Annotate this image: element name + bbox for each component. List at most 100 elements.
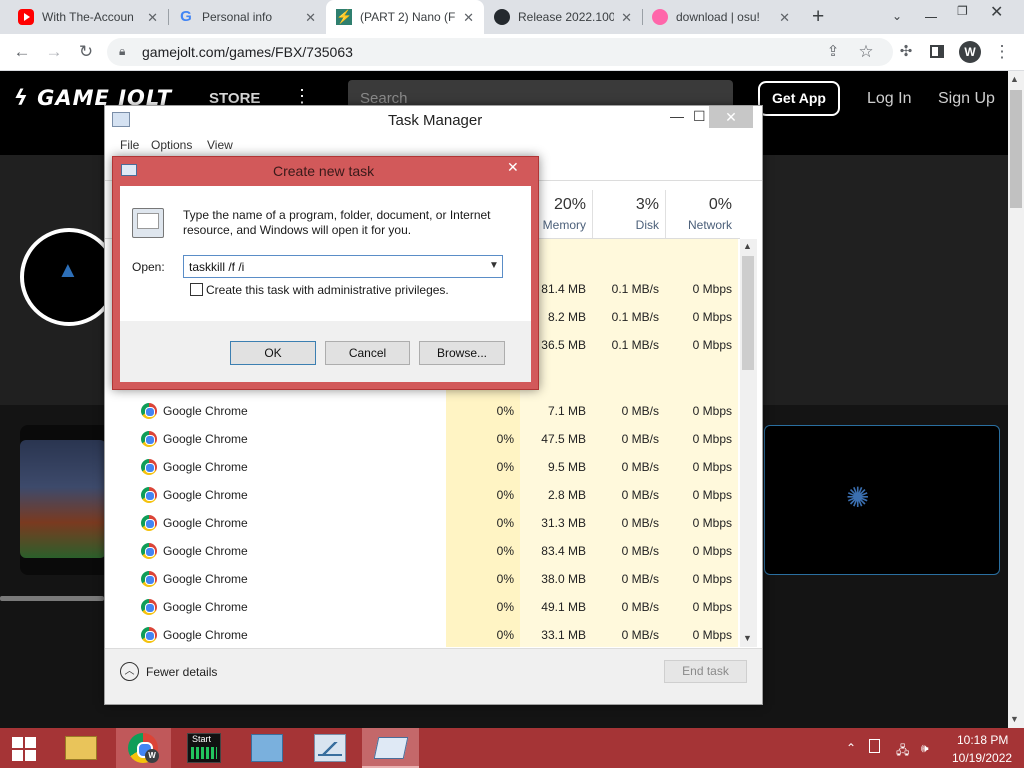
tab-search-chevron-icon[interactable]: ⌄ [892, 9, 902, 23]
chrome-icon [141, 459, 157, 475]
memory-cell: 33.1 MB [541, 628, 586, 642]
github-icon [494, 9, 510, 25]
chrome-icon [141, 515, 157, 531]
memory-cell: 9.5 MB [547, 460, 586, 474]
table-row[interactable]: Google Chrome 0% 49.1 MB 0 MB/s 0 Mbps [105, 593, 738, 621]
table-row[interactable]: Google Chrome 0% 38.0 MB 0 MB/s 0 Mbps [105, 565, 738, 593]
menu-dots-icon[interactable]: ⋮ [992, 42, 1012, 62]
tab-github[interactable]: Release 2022.100 ✕ [484, 0, 642, 34]
scroll-down-arrow-icon[interactable]: ▼ [743, 633, 752, 643]
disk-cell: 0 MB/s [621, 600, 659, 614]
scroll-down-arrow-icon[interactable]: ▼ [1010, 714, 1019, 724]
task-manager-graph-icon [318, 742, 342, 756]
task-manager-icon [112, 112, 130, 127]
menu-file[interactable]: File [120, 138, 139, 152]
lock-icon[interactable]: 🔒︎ [119, 44, 125, 59]
tab-personal-info[interactable]: G Personal info ✕ [168, 0, 326, 34]
close-icon[interactable]: ✕ [147, 10, 158, 26]
disk-percent[interactable]: 3% [612, 196, 659, 214]
disk-cell: 0 MB/s [621, 516, 659, 530]
login-link[interactable]: Log In [867, 90, 911, 108]
close-icon[interactable]: ✕ [305, 10, 316, 26]
fewer-details-link[interactable]: Fewer details [146, 665, 217, 679]
extensions-puzzle-icon[interactable]: ✣ [896, 42, 916, 62]
reload-icon[interactable]: ↻ [76, 42, 96, 62]
network-icon[interactable]: 🖧︎ [896, 741, 909, 762]
side-panel-icon[interactable] [930, 45, 944, 58]
bookmark-star-icon[interactable]: ☆ [856, 42, 876, 62]
clock-time[interactable]: 10:18 PM [957, 733, 1008, 747]
table-row[interactable]: Google Chrome 0% 2.8 MB 0 MB/s 0 Mbps [105, 481, 738, 509]
menu-options[interactable]: Options [151, 138, 192, 152]
file-explorer-icon[interactable] [65, 736, 97, 760]
disk-cell: 0 MB/s [621, 432, 659, 446]
back-arrow-icon[interactable]: ← [12, 42, 32, 62]
clock-date[interactable]: 10/19/2022 [952, 751, 1012, 765]
disk-column-header[interactable]: Disk [612, 218, 659, 232]
admin-privileges-label[interactable]: Create this task with administrative pri… [206, 283, 449, 297]
tab-youtube[interactable]: With The-Accoun ✕ [8, 0, 168, 34]
table-row[interactable]: Google Chrome 0% 47.5 MB 0 MB/s 0 Mbps [105, 425, 738, 453]
start-button[interactable] [0, 728, 48, 768]
ok-button[interactable]: OK [230, 341, 316, 365]
notification-icon[interactable] [869, 739, 880, 753]
process-name: Google Chrome [163, 600, 248, 614]
chevron-up-icon[interactable]: ︿ [120, 662, 139, 681]
scroll-up-arrow-icon[interactable]: ▲ [743, 241, 752, 251]
google-icon: G [180, 8, 192, 25]
process-list-scrollbar-thumb[interactable] [742, 256, 754, 370]
network-cell: 0 Mbps [692, 404, 732, 418]
memory-percent[interactable]: 20% [540, 196, 586, 214]
table-row[interactable]: Google Chrome 0% 7.1 MB 0 MB/s 0 Mbps [105, 397, 738, 425]
signup-link[interactable]: Sign Up [938, 90, 995, 108]
minimize-icon[interactable]: — [670, 108, 684, 124]
chevron-up-icon[interactable]: ⌃ [846, 741, 856, 755]
close-icon[interactable]: ✕ [779, 10, 790, 26]
carousel-scrollbar[interactable] [0, 596, 104, 601]
close-icon[interactable]: ✕ [621, 10, 632, 26]
process-name: Google Chrome [163, 460, 248, 474]
speaker-icon[interactable]: 🕪︎ [921, 741, 929, 756]
close-icon[interactable]: ✕ [507, 159, 519, 176]
url-text[interactable]: gamejolt.com/games/FBX/735063 [142, 44, 353, 60]
more-dots-icon[interactable]: ⋮ [293, 86, 311, 107]
disk-cell: 0.1 MB/s [611, 310, 659, 324]
end-task-button[interactable]: End task [664, 660, 747, 683]
browse-button[interactable]: Browse... [419, 341, 505, 365]
game-media-card[interactable] [764, 425, 1000, 575]
table-row[interactable]: Google Chrome 0% 33.1 MB 0 MB/s 0 Mbps [105, 621, 738, 649]
chevron-down-icon[interactable]: ▼ [489, 260, 499, 271]
dialog-title: Create new task [273, 163, 375, 179]
control-panel-icon[interactable] [251, 734, 283, 762]
new-tab-button[interactable]: + [812, 5, 824, 29]
memory-cell: 36.5 MB [541, 338, 586, 352]
table-row[interactable]: Google Chrome 0% 83.4 MB 0 MB/s 0 Mbps [105, 537, 738, 565]
scroll-up-arrow-icon[interactable]: ▲ [1010, 74, 1019, 84]
admin-privileges-checkbox[interactable] [190, 283, 203, 296]
share-icon[interactable]: ⇪ [823, 42, 843, 62]
start-app-label: Start [192, 734, 212, 744]
close-icon[interactable]: ✕ [463, 10, 474, 26]
table-row[interactable]: Google Chrome 0% 9.5 MB 0 MB/s 0 Mbps [105, 453, 738, 481]
cancel-button[interactable]: Cancel [325, 341, 410, 365]
menu-view[interactable]: View [207, 138, 233, 152]
window-close-icon[interactable]: ✕ [990, 2, 1003, 22]
page-scrollbar-thumb[interactable] [1010, 90, 1022, 208]
open-command-input[interactable] [183, 255, 503, 278]
profile-avatar[interactable]: W [959, 41, 981, 63]
close-icon[interactable]: ✕ [709, 106, 753, 128]
table-row[interactable]: Google Chrome 0% 31.3 MB 0 MB/s 0 Mbps [105, 509, 738, 537]
network-percent[interactable]: 0% [680, 196, 732, 214]
get-app-button[interactable]: Get App [758, 81, 840, 116]
minimize-icon[interactable] [925, 17, 937, 18]
network-cell: 0 Mbps [692, 628, 732, 642]
cpu-cell: 0% [496, 544, 514, 558]
maximize-icon[interactable]: ☐ [693, 108, 706, 125]
tab-osu[interactable]: download | osu! ✕ [642, 0, 800, 34]
process-name: Google Chrome [163, 432, 248, 446]
memory-cell: 8.2 MB [547, 310, 586, 324]
network-column-header[interactable]: Network [672, 218, 732, 232]
forward-arrow-icon[interactable]: → [44, 42, 64, 62]
restore-icon[interactable]: ❐ [957, 4, 968, 18]
tab-gamejolt[interactable]: ⚡ (PART 2) Nano (FI ✕ [326, 0, 484, 34]
